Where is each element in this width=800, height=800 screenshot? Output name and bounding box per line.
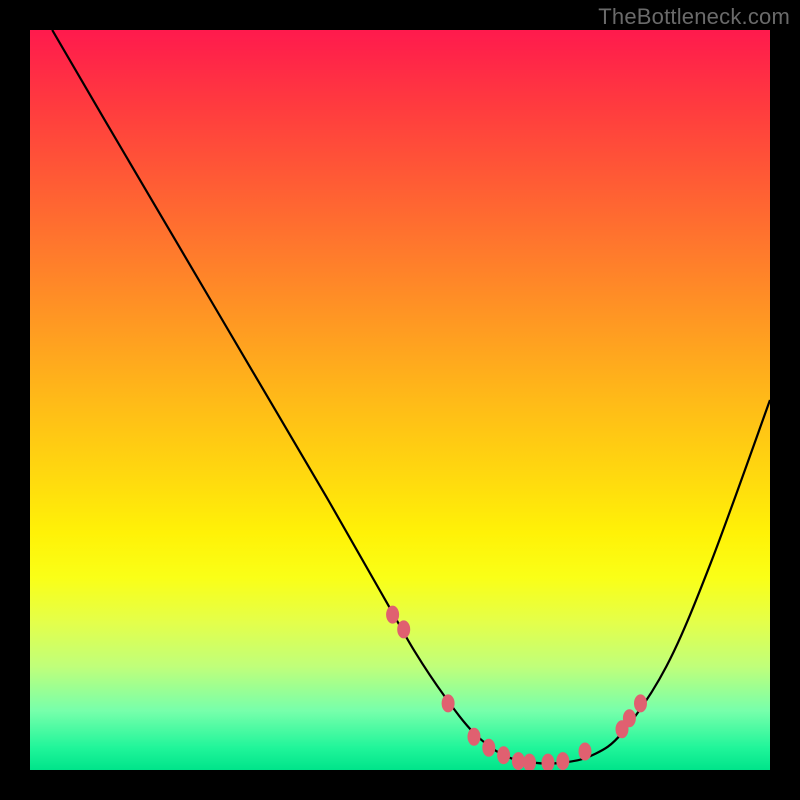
- highlight-dot: [497, 746, 510, 764]
- highlight-dot: [579, 743, 592, 761]
- curve-svg: [30, 30, 770, 770]
- bottleneck-curve: [52, 30, 770, 764]
- highlight-dot: [542, 754, 555, 770]
- highlight-dot: [634, 694, 647, 712]
- highlight-dot: [397, 620, 410, 638]
- plot-area: [30, 30, 770, 770]
- highlight-dot: [442, 694, 455, 712]
- highlight-dot: [523, 754, 536, 770]
- highlight-dot: [623, 709, 636, 727]
- highlight-dot: [482, 739, 495, 757]
- watermark-text: TheBottleneck.com: [598, 4, 790, 30]
- highlight-dot: [556, 752, 569, 770]
- highlight-dot: [468, 728, 481, 746]
- highlight-dot: [512, 752, 525, 770]
- highlight-dot: [386, 606, 399, 624]
- chart-frame: TheBottleneck.com: [0, 0, 800, 800]
